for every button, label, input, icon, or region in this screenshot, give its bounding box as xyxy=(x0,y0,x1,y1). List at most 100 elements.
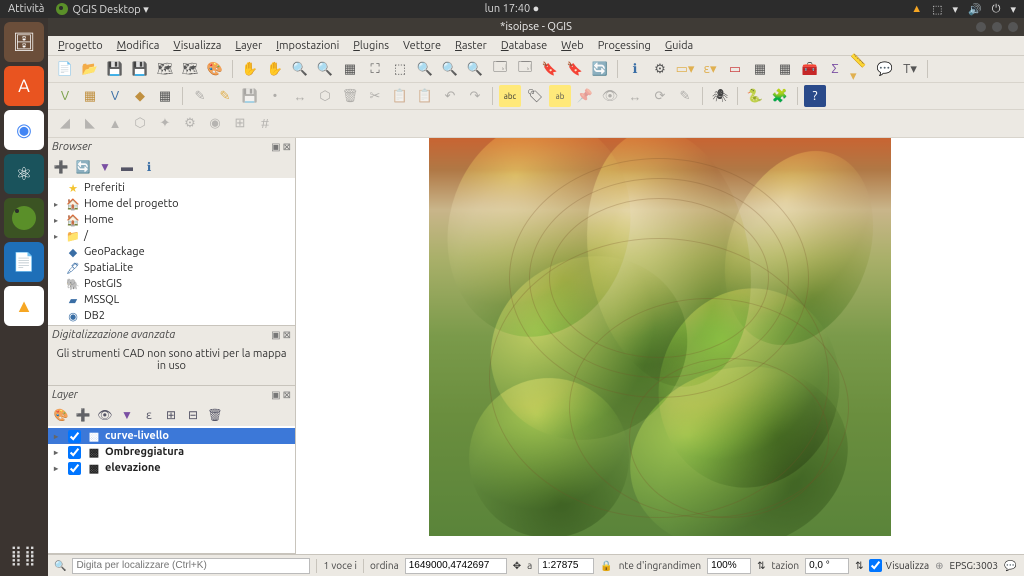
zoom-last-button[interactable]: 🔍 xyxy=(439,58,461,80)
zoom-next-button[interactable]: 🔍 xyxy=(464,58,486,80)
launcher-atom[interactable]: ⚛ xyxy=(4,154,44,194)
browser-close-icon[interactable]: ⊠ xyxy=(283,141,291,153)
browser-item[interactable]: ▸📁/ xyxy=(48,228,295,244)
crs-icon[interactable]: ⊕ xyxy=(935,560,943,572)
browser-item[interactable]: 🐘PostGIS xyxy=(48,276,295,292)
annotation-button[interactable]: T▾ xyxy=(899,58,921,80)
network-icon[interactable]: ▾ xyxy=(953,3,959,16)
map-canvas-area[interactable] xyxy=(296,138,1024,554)
clock[interactable]: lun 17:40 ● xyxy=(485,3,540,15)
label-abc-button[interactable]: abc xyxy=(499,85,521,107)
launcher-apps-grid[interactable]: ⠿⠿⠿⠿ xyxy=(10,550,37,566)
browser-filter-icon[interactable]: ▼ xyxy=(96,158,114,176)
vlc-tray-icon[interactable]: ▲ xyxy=(911,3,922,15)
browser-tree[interactable]: ★Preferiti▸🏠Home del progetto▸🏠Home▸📁/◆G… xyxy=(48,178,295,325)
window-minimize[interactable] xyxy=(976,22,986,32)
zoom-full-button[interactable]: ⛶ xyxy=(364,58,386,80)
toolbox-button[interactable]: 🧰 xyxy=(799,58,821,80)
open-project-button[interactable]: 📂 xyxy=(79,58,101,80)
dropbox-tray-icon[interactable]: ⬚ xyxy=(932,3,942,16)
browser-item[interactable]: 🌐WMS/WMTS xyxy=(48,324,295,325)
browser-item[interactable]: ▰MSSQL xyxy=(48,292,295,308)
rotation-input[interactable] xyxy=(805,558,849,574)
save-project-button[interactable]: 💾 xyxy=(104,58,126,80)
browser-item[interactable]: 🖋SpatiaLite xyxy=(48,260,295,276)
layers-remove-icon[interactable]: 🗑 xyxy=(206,406,224,424)
layer-item[interactable]: ▸▩Ombreggiatura xyxy=(48,444,295,460)
cad-float-icon[interactable]: ▣ xyxy=(271,329,280,341)
layers-collapse-icon[interactable]: ⊟ xyxy=(184,406,202,424)
messages-icon[interactable]: 💬 xyxy=(1004,560,1016,572)
toggle-edit-button[interactable]: ✎ xyxy=(214,85,236,107)
field-calc-button[interactable]: ▦ xyxy=(774,58,796,80)
volume-icon[interactable]: 🔊 xyxy=(968,3,982,16)
zoom-selection-button[interactable]: ⬚ xyxy=(389,58,411,80)
label-change-button[interactable]: ✎ xyxy=(674,85,696,107)
identify-button[interactable]: ℹ xyxy=(624,58,646,80)
layers-float-icon[interactable]: ▣ xyxy=(271,389,280,401)
magnifier-input[interactable] xyxy=(707,558,751,574)
label-rotate-button[interactable]: ⟳ xyxy=(649,85,671,107)
crs-label[interactable]: EPSG:3003 xyxy=(950,560,999,571)
layout-manager-button[interactable]: 🗺 xyxy=(154,58,176,80)
menu-plugins[interactable]: Plugins xyxy=(353,40,389,52)
new-3d-view-button[interactable]: 🗔 xyxy=(514,58,536,80)
show-bookmarks-button[interactable]: 🔖 xyxy=(564,58,586,80)
browser-item[interactable]: ◆GeoPackage xyxy=(48,244,295,260)
new-layout-button[interactable]: 🗺 xyxy=(179,58,201,80)
menu-guida[interactable]: Guida xyxy=(665,40,693,52)
layers-style-icon[interactable]: 🎨 xyxy=(52,406,70,424)
label-highlight-button[interactable]: ab xyxy=(549,85,571,107)
select-expr-button[interactable]: ε▾ xyxy=(699,58,721,80)
layers-visibility-icon[interactable]: 👁 xyxy=(96,406,114,424)
activities-button[interactable]: Attività xyxy=(8,3,44,15)
stats-button[interactable]: Σ xyxy=(824,58,846,80)
help-button[interactable]: ? xyxy=(804,85,826,107)
map-canvas[interactable] xyxy=(429,138,891,536)
delete-sel-button[interactable]: 🗑 xyxy=(339,85,361,107)
locate-icon[interactable]: 🔍 xyxy=(54,560,66,572)
browser-item[interactable]: ◉DB2 xyxy=(48,308,295,324)
cut-button[interactable]: ✂ xyxy=(364,85,386,107)
scale-lock-icon[interactable]: 🔒 xyxy=(600,560,612,572)
layers-tree[interactable]: ▸▩curve-livello▸▩Ombreggiatura▸▩elevazio… xyxy=(48,426,295,553)
browser-add-icon[interactable]: ➕ xyxy=(52,158,70,176)
new-map-view-button[interactable]: 🗔 xyxy=(489,58,511,80)
launcher-chrome[interactable]: ◉ xyxy=(4,110,44,150)
label-layer-button[interactable]: 🏷 xyxy=(524,85,546,107)
select-button[interactable]: ▭▾ xyxy=(674,58,696,80)
move-feature-button[interactable]: ↔ xyxy=(289,85,311,107)
launcher-libreoffice[interactable]: 📄 xyxy=(4,242,44,282)
label-pin-button[interactable]: 📌 xyxy=(574,85,596,107)
label-move-button[interactable]: ↔ xyxy=(624,85,646,107)
layers-expr-icon[interactable]: ε xyxy=(140,406,158,424)
extents-icon[interactable]: ✥ xyxy=(513,560,521,572)
new-memory-button[interactable]: ▦ xyxy=(154,85,176,107)
pan-selection-button[interactable]: ✋ xyxy=(264,58,286,80)
deselect-button[interactable]: ▭ xyxy=(724,58,746,80)
layers-filter-icon[interactable]: ▼ xyxy=(118,406,136,424)
zoom-native-button[interactable]: ▦ xyxy=(339,58,361,80)
measure-button[interactable]: 📏▾ xyxy=(849,58,871,80)
system-menu-icon[interactable]: ▾ xyxy=(1010,3,1016,16)
window-maximize[interactable] xyxy=(992,22,1002,32)
menu-processing[interactable]: Processing xyxy=(598,40,651,52)
window-close[interactable] xyxy=(1008,22,1018,32)
launcher-software[interactable]: A xyxy=(4,66,44,106)
new-vector-button[interactable]: V xyxy=(104,85,126,107)
layers-close-icon[interactable]: ⊠ xyxy=(283,389,291,401)
new-geopackage-button[interactable]: ◆ xyxy=(129,85,151,107)
power-icon[interactable]: ⏻ xyxy=(992,3,1001,16)
python-button[interactable]: 🐍 xyxy=(744,85,766,107)
launcher-files[interactable]: 🗄 xyxy=(4,22,44,62)
new-bookmark-button[interactable]: 🔖 xyxy=(539,58,561,80)
menu-raster[interactable]: Raster xyxy=(455,40,487,52)
launcher-qgis[interactable] xyxy=(4,198,44,238)
pan-button[interactable]: ✋ xyxy=(239,58,261,80)
browser-item[interactable]: ★Preferiti xyxy=(48,180,295,196)
menu-database[interactable]: Database xyxy=(501,40,547,52)
layers-add-group-icon[interactable]: ➕ xyxy=(74,406,92,424)
metasearch-button[interactable]: 🕷 xyxy=(709,85,731,107)
zoom-out-button[interactable]: 🔍 xyxy=(314,58,336,80)
app-indicator[interactable]: QGIS Desktop ▾ xyxy=(56,3,148,16)
